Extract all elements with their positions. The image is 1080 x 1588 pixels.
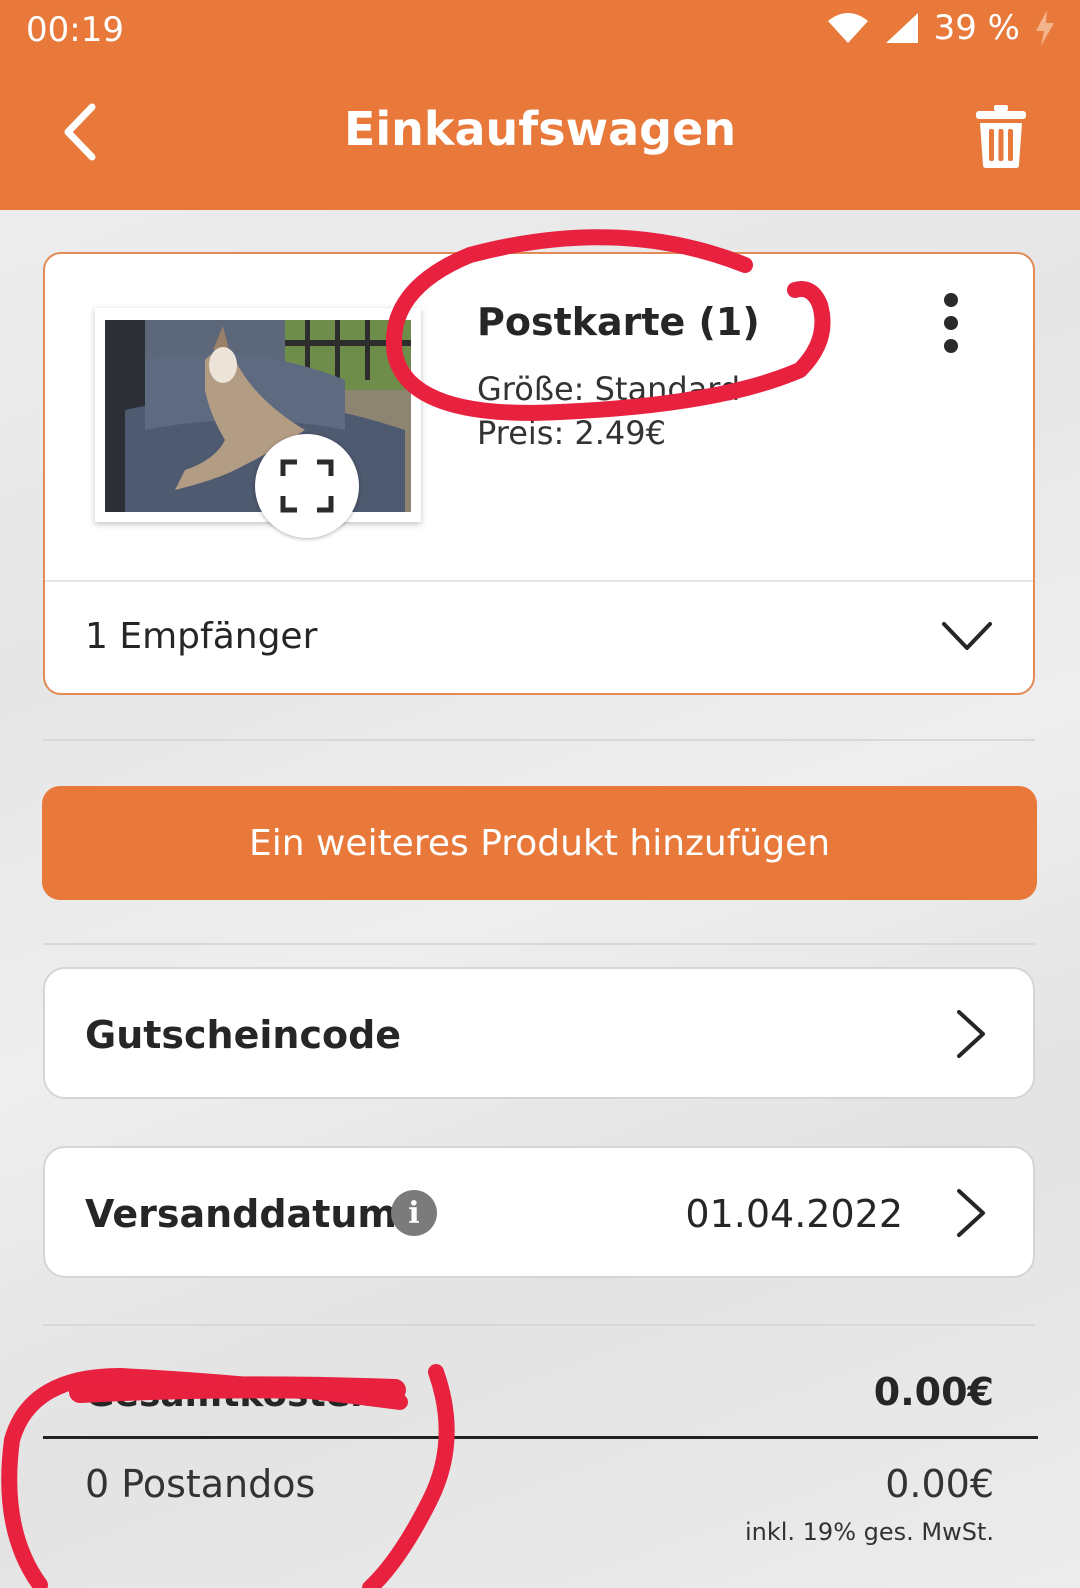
expand-image-button[interactable] xyxy=(255,434,359,538)
voucher-label: Gutscheincode xyxy=(85,1013,402,1057)
total-label: Gesamtkosten xyxy=(85,1374,376,1415)
app-bar: Einkaufswagen xyxy=(0,62,1080,210)
charging-icon xyxy=(1036,10,1054,46)
recipients-label: 1 Empfänger xyxy=(85,616,318,657)
product-card: Postkarte (1) Größe: Standard Preis: 2.4… xyxy=(43,252,1035,695)
voucher-row[interactable]: Gutscheincode xyxy=(43,967,1035,1099)
total-value: 0.00€ xyxy=(873,1370,994,1414)
chevron-down-icon xyxy=(942,622,992,650)
status-icons: 39 % xyxy=(826,8,1056,48)
chevron-right-icon xyxy=(957,1189,985,1237)
divider xyxy=(43,739,1035,741)
shipping-date-label: Versanddatum xyxy=(85,1192,398,1236)
more-vert-icon xyxy=(944,293,958,307)
divider xyxy=(43,943,1035,945)
total-divider xyxy=(43,1436,1038,1439)
product-price: Preis: 2.49€ xyxy=(477,414,666,452)
status-time: 00:19 xyxy=(26,10,124,50)
trash-icon xyxy=(976,105,1026,168)
shipping-date-row[interactable]: Versanddatum i 01.04.2022 xyxy=(43,1146,1035,1278)
postandos-label: 0 Postandos xyxy=(85,1462,316,1506)
info-icon[interactable]: i xyxy=(391,1190,437,1236)
chevron-right-icon xyxy=(957,1010,985,1058)
shipping-date-value: 01.04.2022 xyxy=(685,1192,903,1236)
wifi-icon xyxy=(827,13,868,43)
postandos-value: 0.00€ xyxy=(885,1462,994,1506)
divider xyxy=(43,1324,1035,1326)
signal-icon xyxy=(885,13,918,43)
add-product-button[interactable]: Ein weiteres Produkt hinzufügen xyxy=(42,786,1037,900)
fullscreen-icon xyxy=(280,459,334,513)
tax-note: inkl. 19% ges. MwSt. xyxy=(744,1518,994,1546)
product-thumbnail[interactable] xyxy=(95,308,421,538)
page-title: Einkaufswagen xyxy=(343,102,737,156)
delete-cart-button[interactable] xyxy=(966,96,1036,176)
product-title: Postkarte (1) xyxy=(477,300,760,344)
battery-percent: 39 % xyxy=(933,8,1020,48)
status-bar: 00:19 39 % xyxy=(0,0,1080,62)
more-options-button[interactable] xyxy=(931,288,971,358)
recipients-toggle[interactable]: 1 Empfänger xyxy=(45,582,1033,692)
product-size: Größe: Standard xyxy=(477,370,741,408)
